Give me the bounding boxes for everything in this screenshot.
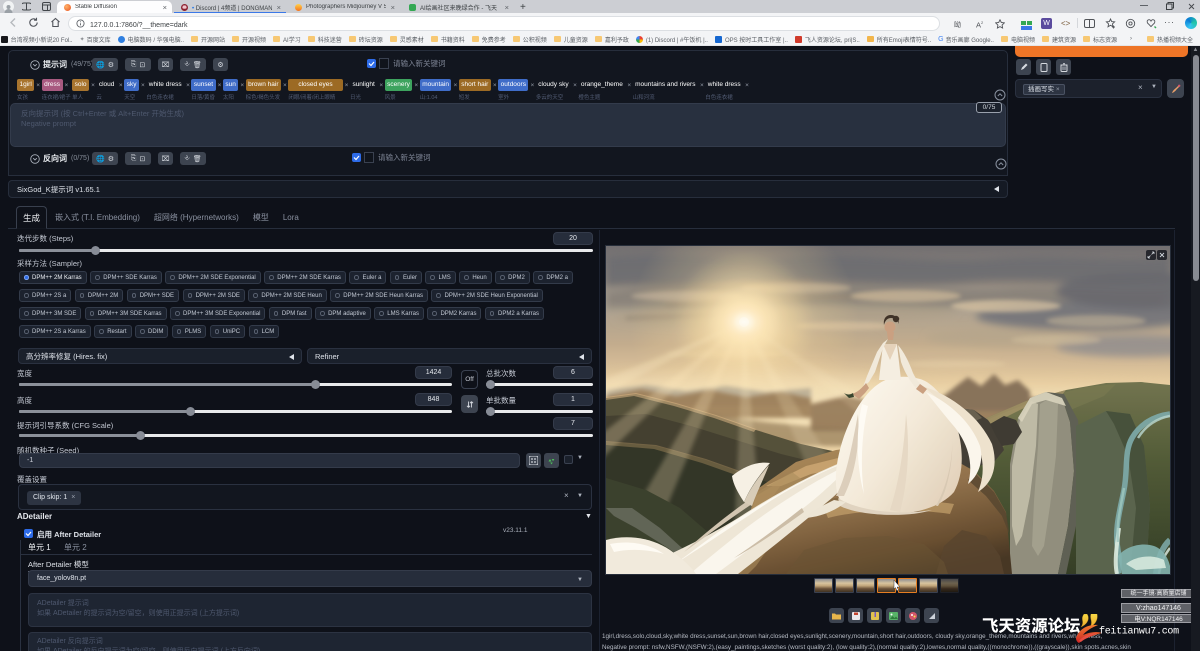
svg-text:feitianwu7.com: feitianwu7.com	[1099, 626, 1179, 638]
